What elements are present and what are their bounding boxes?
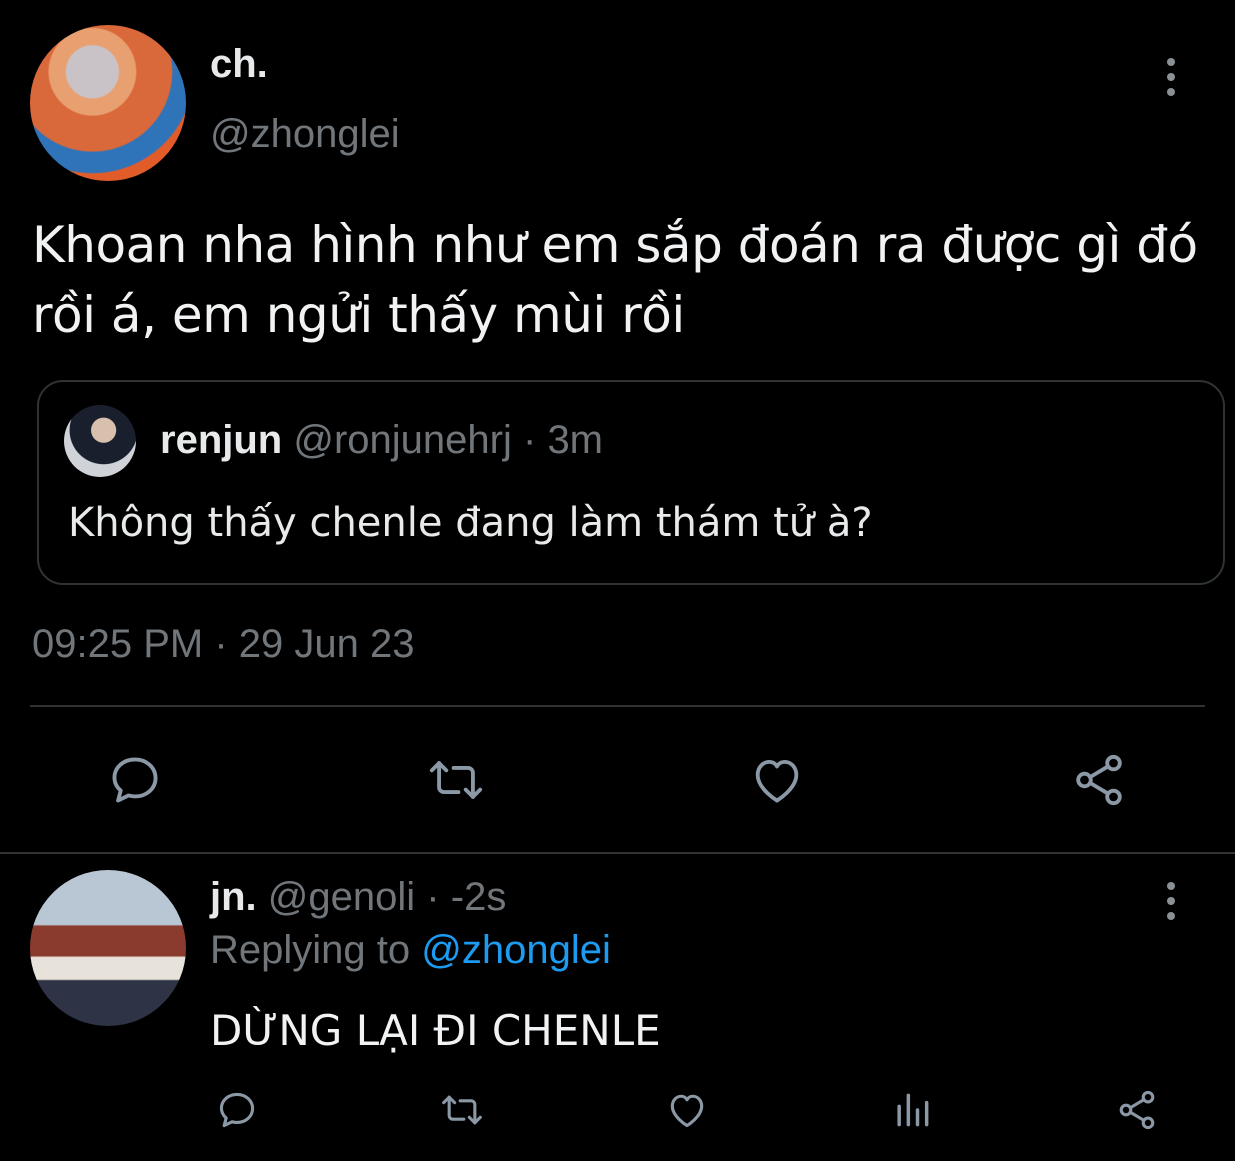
reply-icon[interactable] — [212, 1085, 262, 1135]
author-display-name[interactable]: ch. — [210, 42, 268, 87]
replying-to-label: Replying to — [210, 928, 411, 972]
more-options-icon[interactable] — [1166, 58, 1176, 96]
reply-header: jn. @genoli · -2s — [210, 875, 506, 920]
share-icon[interactable] — [1112, 1085, 1162, 1135]
analytics-icon[interactable] — [887, 1085, 937, 1135]
reply-author-avatar[interactable] — [30, 870, 186, 1026]
quoted-author-avatar — [64, 405, 136, 477]
separator-dot: · — [522, 418, 537, 462]
separator-dot: · — [426, 875, 440, 919]
quoted-tweet-card[interactable] — [37, 380, 1225, 585]
quoted-tweet-header: renjun @ronjunehrj · 3m — [160, 418, 603, 463]
like-icon[interactable] — [662, 1085, 712, 1135]
reply-time: -2s — [450, 875, 507, 919]
like-icon[interactable] — [742, 745, 812, 815]
tweet-text: Khoan nha hình như em sắp đoán ra được g… — [32, 216, 1198, 344]
reply-icon[interactable] — [100, 745, 170, 815]
retweet-icon[interactable] — [421, 745, 491, 815]
divider — [0, 852, 1235, 854]
quoted-author-name: renjun — [160, 418, 283, 462]
divider — [30, 705, 1205, 707]
quoted-tweet-time: 3m — [547, 418, 604, 462]
reply-author-handle[interactable]: @genoli — [268, 875, 415, 919]
replying-to-line: Replying to @zhonglei — [210, 928, 611, 973]
reply-text: DỪNG LẠI ĐI CHENLE — [210, 1006, 661, 1055]
more-options-icon[interactable] — [1166, 882, 1176, 920]
retweet-icon[interactable] — [436, 1085, 488, 1135]
share-icon[interactable] — [1064, 745, 1134, 815]
reply-author-name[interactable]: jn. — [210, 875, 257, 919]
quoted-author-handle: @ronjunehrj — [293, 418, 512, 462]
author-handle[interactable]: @zhonglei — [210, 112, 400, 157]
tweet-timestamp[interactable]: 09:25 PM · 29 Jun 23 — [32, 622, 414, 667]
replying-to-mention[interactable]: @zhonglei — [421, 928, 611, 972]
author-avatar[interactable] — [30, 25, 186, 181]
quoted-tweet-text: Không thấy chenle đang làm thám tử à? — [68, 500, 873, 546]
